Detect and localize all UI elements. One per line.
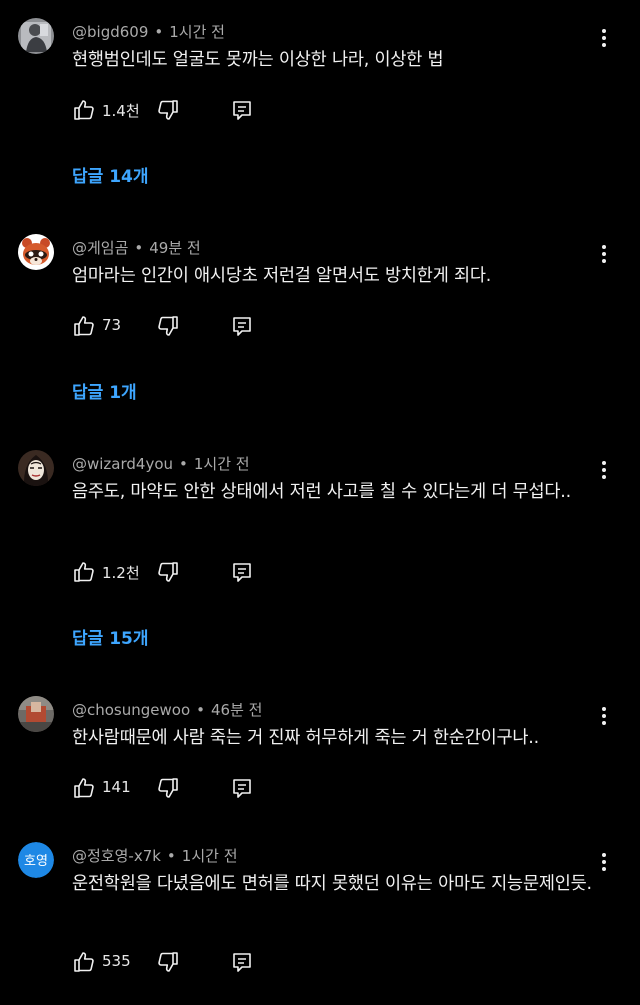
meta-separator: • xyxy=(166,847,176,865)
avatar[interactable] xyxy=(18,234,54,270)
author-name[interactable]: @wizard4you xyxy=(72,455,173,473)
like-count: 1.4천 xyxy=(102,102,140,120)
comment-text: 현행범인데도 얼굴도 못까는 이상한 나라, 이상한 법 xyxy=(72,50,444,70)
like-count: 141 xyxy=(102,778,131,796)
dislike-button[interactable] xyxy=(156,776,180,800)
comment-meta: @wizard4you • 1시간 전 xyxy=(72,453,250,474)
thumbs-up-icon xyxy=(74,952,94,972)
view-replies-link[interactable]: 답글 15개 xyxy=(72,624,149,649)
author-name[interactable]: @bigd609 xyxy=(72,23,148,41)
dislike-button[interactable] xyxy=(156,98,180,122)
comment-text: 엄마라는 인간이 애시당초 저런걸 알면서도 방치한게 죄다. xyxy=(72,266,492,286)
raccoon-avatar-icon xyxy=(18,234,54,270)
comment-time: 1시간 전 xyxy=(181,847,238,865)
dislike-button[interactable] xyxy=(156,314,180,338)
reply-button[interactable] xyxy=(230,950,254,974)
like-button[interactable] xyxy=(72,314,96,338)
comment-time: 1시간 전 xyxy=(169,23,225,41)
like-count: 1.2천 xyxy=(102,564,140,582)
like-button[interactable] xyxy=(72,560,96,584)
comment: @bigd609 • 1시간 전 현행범인데도 얼굴도 못까는 이상한 나라, 이상… xyxy=(0,0,640,200)
reply-comment-icon xyxy=(233,317,251,336)
meta-separator: • xyxy=(134,239,144,257)
like-button[interactable] xyxy=(72,950,96,974)
thumbs-down-icon xyxy=(158,778,178,798)
reply-comment-icon xyxy=(233,953,251,972)
view-replies-link[interactable]: 답글 1개 xyxy=(72,378,137,403)
photo-avatar-icon xyxy=(18,696,54,732)
comment-actions: 1.4천 xyxy=(72,98,272,122)
mask-avatar-icon xyxy=(18,450,54,486)
comment-actions: 1.2천 xyxy=(72,560,272,584)
reply-button[interactable] xyxy=(230,560,254,584)
comment-text: 한사람때문에 사람 죽는 거 진짜 허무하게 죽는 거 한순간이구나.. xyxy=(72,728,540,748)
thumbs-up-icon xyxy=(74,562,94,582)
like-button[interactable] xyxy=(72,776,96,800)
view-replies-link[interactable]: 답글 14개 xyxy=(72,162,149,187)
thumbs-up-icon xyxy=(74,100,94,120)
gray-figure-avatar-icon xyxy=(18,18,54,54)
comment-actions: 73 xyxy=(72,314,272,338)
avatar[interactable] xyxy=(18,18,54,54)
comment-time: 49분 전 xyxy=(149,239,201,257)
meta-separator: • xyxy=(179,455,188,473)
dislike-button[interactable] xyxy=(156,560,180,584)
comment-time: 1시간 전 xyxy=(193,455,250,473)
dislike-button[interactable] xyxy=(156,950,180,974)
comment-time: 46분 전 xyxy=(211,701,263,719)
like-count: 535 xyxy=(102,952,131,970)
comment-actions: 535 xyxy=(72,950,272,974)
thumbs-up-icon xyxy=(74,316,94,336)
comment-meta: @정호영-x7k • 1시간 전 xyxy=(72,845,238,866)
comment-meta: @bigd609 • 1시간 전 xyxy=(72,21,225,42)
reply-comment-icon xyxy=(233,563,251,582)
avatar[interactable]: 호영 xyxy=(18,842,54,878)
reply-button[interactable] xyxy=(230,776,254,800)
author-name[interactable]: @chosungewoo xyxy=(72,701,190,719)
comment: @wizard4you • 1시간 전 음주도, 마약도 안한 상태에서 저런 사고… xyxy=(0,432,640,662)
reply-comment-icon xyxy=(233,779,251,798)
initials-avatar-icon: 호영 xyxy=(18,842,54,878)
thumbs-down-icon xyxy=(158,562,178,582)
avatar[interactable] xyxy=(18,696,54,732)
avatar-initials: 호영 xyxy=(24,854,48,869)
comment: @chosungewoo • 46분 전 한사람때문에 사람 죽는 거 진짜 허무하… xyxy=(0,678,640,818)
like-count: 73 xyxy=(102,316,122,334)
thumbs-down-icon xyxy=(158,316,178,336)
comment-meta: @chosungewoo • 46분 전 xyxy=(72,699,262,720)
thumbs-up-icon xyxy=(74,778,94,798)
thumbs-down-icon xyxy=(158,100,178,120)
comment-meta: @게임곰 • 49분 전 xyxy=(72,237,201,258)
meta-separator: • xyxy=(196,701,205,719)
comment-text: 운전학원을 다녔음에도 면허를 따지 못했던 이유는 아마도 지능문제인듯. xyxy=(72,874,592,894)
meta-separator: • xyxy=(154,23,164,41)
author-name[interactable]: @게임곰 xyxy=(72,239,128,257)
like-button[interactable] xyxy=(72,98,96,122)
comment-text: 음주도, 마약도 안한 상태에서 저런 사고를 칠 수 있다는게 더 무섭다.. xyxy=(72,482,572,502)
comment: 호영 @정호영-x7k • 1시간 전 운전학원을 다녔음에도 면허를 따지 못했던… xyxy=(0,824,640,1005)
comment-actions: 141 xyxy=(72,776,272,800)
avatar[interactable] xyxy=(18,450,54,486)
comment: @게임곰 • 49분 전 엄마라는 인간이 애시당초 저런걸 알면서도 방치한게 죄… xyxy=(0,216,640,416)
reply-button[interactable] xyxy=(230,98,254,122)
reply-comment-icon xyxy=(233,101,251,120)
author-name[interactable]: @정호영-x7k xyxy=(72,847,161,865)
thumbs-down-icon xyxy=(158,952,178,972)
reply-button[interactable] xyxy=(230,314,254,338)
